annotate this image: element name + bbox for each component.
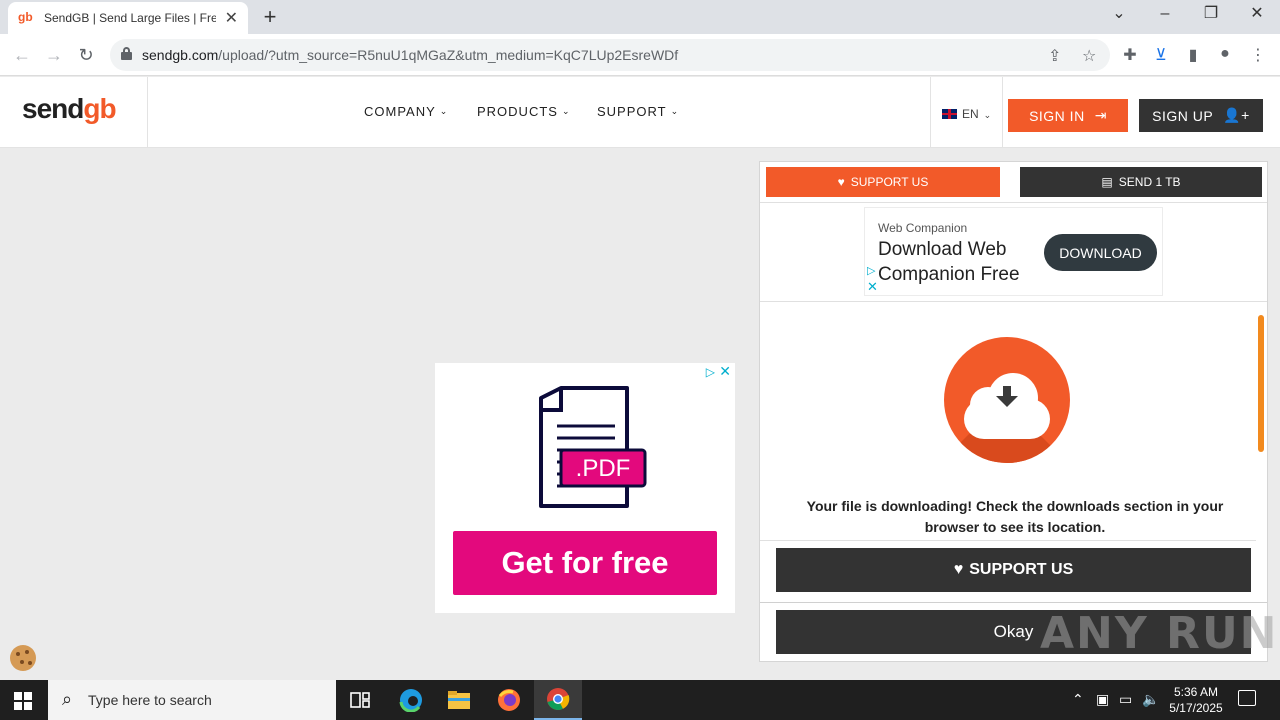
- clock-date: 5/17/2025: [1169, 701, 1223, 715]
- browser-tab[interactable]: gb SendGB | Send Large Files | Free f ✕: [8, 2, 248, 34]
- chevron-down-icon: ⌄: [439, 106, 449, 116]
- tab-search-icon[interactable]: ⌄: [1096, 0, 1142, 30]
- adchoices-icon[interactable]: ▷: [706, 365, 715, 379]
- support-us-button[interactable]: ♥ SUPPORT US: [776, 548, 1251, 592]
- ad-close-icon[interactable]: ✕: [719, 363, 731, 380]
- forward-arrow-icon[interactable]: →: [42, 43, 66, 67]
- pdf-document-icon: .PDF: [539, 386, 647, 508]
- sendgb-logo[interactable]: sendgb: [22, 93, 117, 125]
- nav-support[interactable]: SUPPORT ⌄: [597, 104, 679, 119]
- windows-taskbar: ⌕ Type here to search ⌃ ▣ ▭ 🔈 5:36 AM 5/…: [0, 680, 1280, 720]
- device-icon[interactable]: ▣: [1096, 691, 1109, 708]
- download-icon[interactable]: ⊻: [1151, 45, 1171, 65]
- tab-title: SendGB | Send Large Files | Free f: [44, 11, 216, 25]
- heart-icon: ♥: [837, 175, 845, 189]
- ad-close-icon[interactable]: ✕: [867, 279, 878, 295]
- edge-icon[interactable]: [387, 680, 435, 720]
- sign-in-button[interactable]: SIGN IN ⇥: [1008, 99, 1128, 132]
- tab-close-icon[interactable]: ✕: [225, 8, 238, 28]
- sign-in-arrow-icon: ⇥: [1094, 107, 1107, 123]
- search-icon: ⌕: [62, 689, 73, 709]
- firefox-icon[interactable]: [485, 680, 533, 720]
- cloud-download-icon: [944, 337, 1070, 463]
- ad-title[interactable]: Download Web Companion Free: [878, 237, 1048, 287]
- address-bar[interactable]: sendgb.com/upload/?utm_source=R5nuU1qMGa…: [110, 39, 1110, 71]
- add-user-icon: 👤+: [1223, 107, 1250, 123]
- get-for-free-button[interactable]: Get for free: [453, 531, 717, 595]
- share-icon[interactable]: ⇪: [1048, 46, 1061, 66]
- download-status-message: Your file is downloading! Check the down…: [806, 498, 1224, 535]
- site-header: sendgb COMPANY ⌄ PRODUCTS ⌄ SUPPORT ⌄ EN ⌄ S…: [0, 77, 1280, 148]
- ad-download-button[interactable]: DOWNLOAD: [1044, 234, 1157, 271]
- windows-start-icon[interactable]: [14, 692, 32, 710]
- download-panel: ♥ SUPPORT US ▤ SEND 1 TB Web Companion Dow…: [759, 161, 1268, 662]
- taskbar-search[interactable]: ⌕ Type here to search: [48, 680, 336, 720]
- profile-avatar-icon[interactable]: ●: [1215, 45, 1235, 63]
- adchoices-icon[interactable]: ▷: [867, 264, 875, 277]
- ad-label: Web Companion: [878, 221, 968, 235]
- network-icon[interactable]: ▭: [1119, 691, 1132, 708]
- file-explorer-icon[interactable]: [435, 680, 483, 720]
- chevron-up-icon[interactable]: ⌃: [1072, 691, 1084, 708]
- system-clock[interactable]: 5:36 AM 5/17/2025: [1166, 684, 1226, 716]
- send-1tb-button[interactable]: ▤ SEND 1 TB: [1020, 167, 1262, 197]
- pdf-advertisement[interactable]: ▷ ✕ .PDF Get for free: [435, 363, 735, 613]
- nav-products[interactable]: PRODUCTS ⌄: [477, 104, 571, 119]
- chevron-down-icon: ⌄: [670, 106, 680, 116]
- chevron-down-icon: ⌄: [561, 106, 571, 116]
- bookmark-star-icon[interactable]: ☆: [1082, 46, 1096, 66]
- pdf-badge-text: .PDF: [576, 455, 631, 482]
- extensions-puzzle-icon[interactable]: ✚: [1120, 45, 1140, 65]
- task-view-icon[interactable]: [336, 680, 384, 720]
- sign-up-button[interactable]: SIGN UP 👤+: [1139, 99, 1263, 132]
- cookie-settings-icon[interactable]: [10, 645, 36, 671]
- language-selector[interactable]: EN ⌄: [942, 107, 991, 121]
- minimize-button[interactable]: –: [1142, 0, 1188, 30]
- taskbar-search-placeholder: Type here to search: [88, 692, 212, 708]
- close-window-button[interactable]: ✕: [1234, 0, 1280, 30]
- panel-scrollbar[interactable]: [1258, 315, 1264, 452]
- new-tab-button[interactable]: +: [258, 4, 282, 30]
- restore-button[interactable]: ❐: [1188, 0, 1234, 30]
- browser-toolbar: ← → ↻ sendgb.com/upload/?utm_source=R5nu…: [0, 34, 1280, 76]
- nav-company[interactable]: COMPANY ⌄: [364, 104, 448, 119]
- url-text[interactable]: sendgb.com/upload/?utm_source=R5nuU1qMGa…: [142, 47, 678, 63]
- file-icon: ▤: [1101, 175, 1113, 189]
- heart-icon: ♥: [953, 561, 964, 578]
- web-companion-advertisement[interactable]: Web Companion Download Web Companion Fre…: [864, 207, 1163, 296]
- anyrun-watermark: ANY RUN: [1040, 608, 1279, 659]
- lock-icon: [121, 47, 132, 60]
- kebab-menu-icon[interactable]: ⋮: [1248, 45, 1268, 65]
- back-arrow-icon[interactable]: ←: [10, 43, 34, 67]
- uk-flag-icon: [942, 109, 957, 119]
- reload-icon[interactable]: ↻: [74, 43, 98, 67]
- notification-icon[interactable]: [1238, 690, 1256, 706]
- logo-divider: [147, 77, 148, 148]
- volume-icon[interactable]: 🔈: [1142, 691, 1159, 708]
- sendgb-favicon-icon: gb: [18, 10, 33, 24]
- clock-time: 5:36 AM: [1173, 685, 1219, 699]
- side-panel-icon[interactable]: ▮: [1183, 45, 1203, 65]
- chevron-down-icon: ⌄: [983, 110, 992, 120]
- chrome-icon[interactable]: [534, 680, 582, 720]
- support-us-top-button[interactable]: ♥ SUPPORT US: [766, 167, 1000, 197]
- browser-tabstrip: gb SendGB | Send Large Files | Free f ✕ …: [0, 0, 1280, 34]
